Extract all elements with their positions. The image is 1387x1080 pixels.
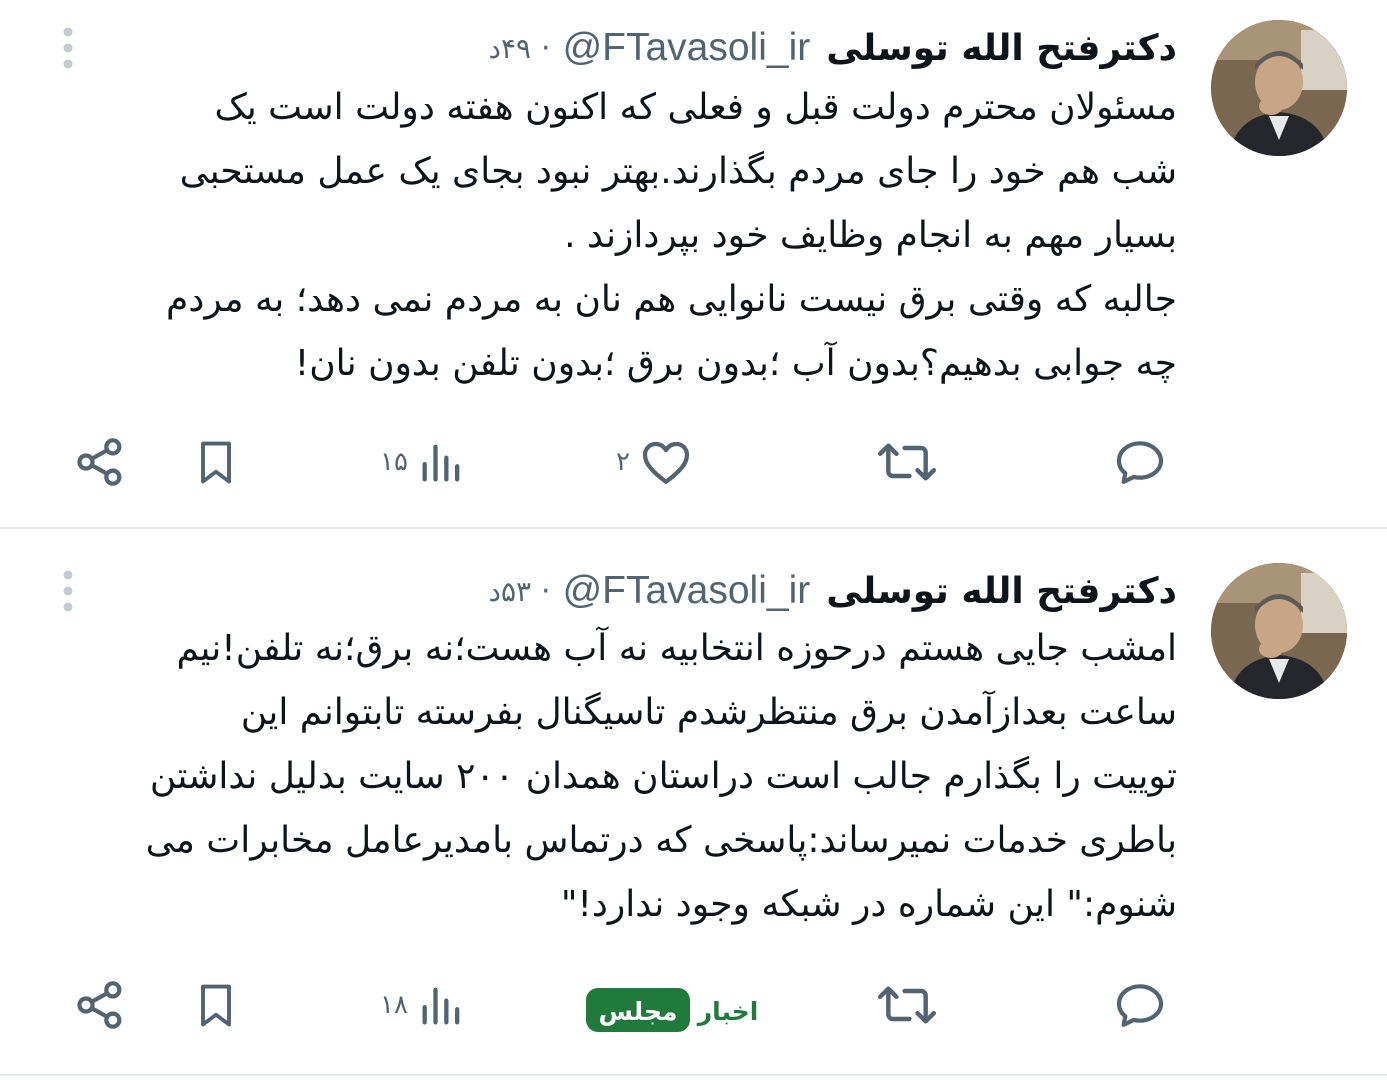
retweet-icon	[877, 443, 937, 481]
tweet-header: دکترفتح الله توسلی @FTavasoli_ir · ۴۹د	[488, 22, 1177, 74]
reply-bubble-icon	[1116, 984, 1164, 1027]
bookmark-icon	[201, 984, 231, 1027]
tweet-text-line: توییت را بگذارم جالب است دراستان همدان ۲…	[149, 756, 1177, 797]
watermark-logo: مجلس اخبار	[586, 988, 759, 1032]
author-handle[interactable]: @FTavasoli_ir	[563, 569, 811, 613]
retweet-icon	[877, 986, 937, 1024]
watermark-text-main: مجلس	[598, 997, 677, 1026]
views-button[interactable]: ۱۸	[380, 975, 468, 1035]
retweet-button[interactable]	[874, 432, 940, 492]
retweet-button[interactable]	[874, 975, 940, 1035]
tweet-text-line: مسئولان محترم دولت قبل و فعلی که اکنون ه…	[214, 87, 1177, 128]
watermark-text-prefix: اخبار	[696, 997, 759, 1026]
heart-icon	[642, 441, 690, 484]
tweet-text-line: جالبه که وقتی برق نیست نانوایی هم نان به…	[166, 279, 1177, 320]
separator-dot: ·	[541, 30, 551, 66]
like-button[interactable]: ۲	[616, 432, 694, 492]
bar-chart-icon	[422, 987, 460, 1025]
tweet-text-line: شنوم:" این شماره در شبکه وجود ندارد!"	[560, 884, 1177, 925]
separator-dot: ·	[541, 573, 551, 609]
more-options-icon[interactable]	[56, 569, 80, 613]
author-handle[interactable]: @FTavasoli_ir	[563, 26, 811, 70]
avatar[interactable]	[1211, 20, 1347, 156]
share-button[interactable]	[72, 432, 128, 492]
avatar-photo	[1211, 20, 1347, 156]
tweet-text-line: بسیار مهم به انجام وظایف خود بپردازند .	[564, 215, 1177, 256]
share-icon	[77, 438, 122, 486]
author-name[interactable]: دکترفتح الله توسلی	[826, 571, 1177, 612]
reply-button[interactable]	[1112, 975, 1168, 1035]
author-name[interactable]: دکترفتح الله توسلی	[826, 28, 1177, 69]
bar-chart-icon	[422, 444, 460, 482]
views-count: ۱۸	[380, 990, 408, 1020]
tweet-header: دکترفتح الله توسلی @FTavasoli_ir · ۵۳د	[488, 565, 1177, 617]
tweet-text-line: باطری خدمات نمیرساند:پاسخی که درتماس بام…	[145, 820, 1177, 861]
share-icon	[77, 981, 122, 1029]
bookmark-button[interactable]	[190, 432, 242, 492]
tweet-text-line: چه جوابی بدهیم؟بدون آب ؛بدون برق ؛بدون ت…	[294, 343, 1177, 384]
views-button[interactable]: ۱۵	[380, 432, 468, 492]
tweet-timestamp[interactable]: ۵۳د	[488, 575, 531, 608]
avatar[interactable]	[1211, 563, 1347, 699]
tweet-divider	[0, 1074, 1387, 1076]
more-options-icon[interactable]	[56, 26, 80, 70]
tweet[interactable]: دکترفتح الله توسلی @FTavasoli_ir · ۴۹د م…	[0, 0, 1387, 528]
bookmark-button[interactable]	[190, 975, 242, 1035]
tweet-timestamp[interactable]: ۴۹د	[488, 32, 531, 65]
tweet-text: مسئولان محترم دولت قبل و فعلی که اکنون ه…	[27, 76, 1177, 396]
like-count: ۲	[616, 447, 630, 477]
bookmark-icon	[201, 441, 231, 484]
tweet-text-line: ساعت بعدازآمدن برق منتظرشدم تاسیگنال بفر…	[240, 692, 1177, 733]
tweet-text: امشب جایی هستم درحوزه انتخابیه نه آب هست…	[27, 617, 1177, 937]
views-count: ۱۵	[380, 447, 408, 477]
reply-button[interactable]	[1112, 432, 1168, 492]
share-button[interactable]	[72, 975, 128, 1035]
tweet-text-line: شب هم خود را جای مردم بگذارند.بهتر نبود …	[179, 151, 1177, 192]
tweet-text-line: امشب جایی هستم درحوزه انتخابیه نه آب هست…	[176, 628, 1177, 669]
reply-bubble-icon	[1116, 441, 1164, 484]
avatar-photo	[1211, 563, 1347, 699]
